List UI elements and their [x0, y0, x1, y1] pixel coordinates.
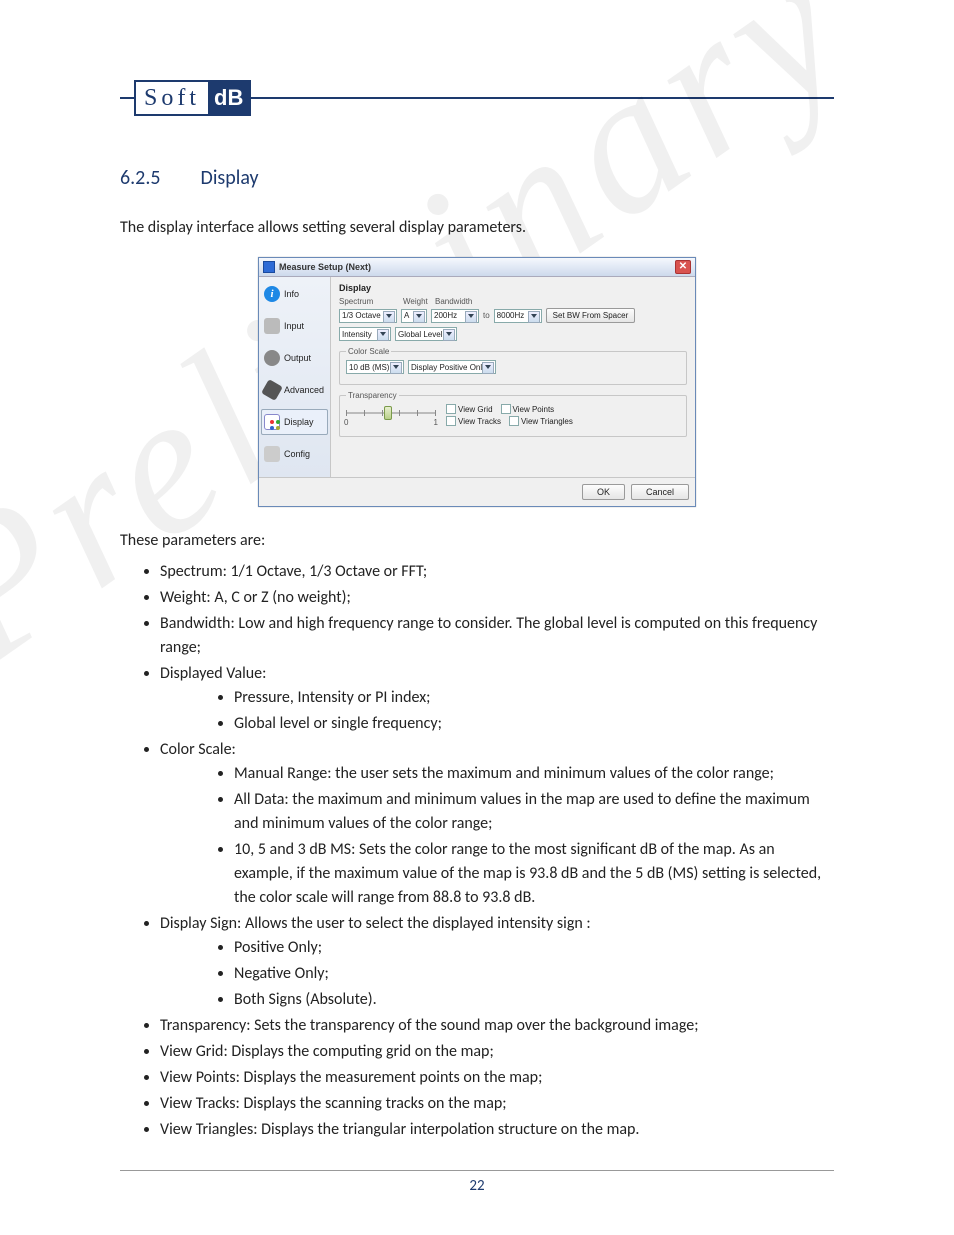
list-item: View Tracks: Displays the scanning track… — [160, 1092, 834, 1116]
dialog-titlebar: Measure Setup (Next) ✕ — [259, 258, 695, 277]
close-icon: ✕ — [679, 262, 687, 272]
list-item: Spectrum: 1/1 Octave, 1/3 Octave or FFT; — [160, 560, 834, 584]
input-icon — [264, 318, 280, 334]
chevron-down-icon — [386, 314, 392, 318]
view-triangles-checkbox[interactable]: View Triangles — [509, 416, 573, 426]
bw-low-dropdown[interactable]: 200Hz — [431, 309, 479, 323]
display-sign-dropdown[interactable]: Display Positive Only — [408, 360, 496, 374]
brand-logo: Soft dB — [120, 80, 834, 116]
view-grid-checkbox[interactable]: View Grid — [446, 404, 493, 414]
section-title: Display — [201, 166, 259, 190]
list-item: Color Scale:Manual Range: the user sets … — [160, 738, 834, 910]
chevron-down-icon — [485, 365, 491, 369]
close-button[interactable]: ✕ — [675, 260, 691, 274]
bandwidth-label: Bandwidth — [435, 297, 472, 306]
panel-heading: Display — [339, 283, 687, 293]
list-item: Negative Only; — [234, 962, 834, 986]
view-points-checkbox[interactable]: View Points — [501, 404, 555, 414]
chevron-down-icon — [531, 314, 537, 318]
list-item: View Grid: Displays the computing grid o… — [160, 1040, 834, 1064]
sidebar-item-display[interactable]: Display — [261, 409, 328, 435]
section-heading: 6.2.5 Display — [120, 166, 834, 190]
page-number: 22 — [469, 1177, 484, 1195]
dialog-title: Measure Setup (Next) — [279, 262, 371, 272]
list-item: Weight: A, C or Z (no weight); — [160, 586, 834, 610]
chevron-down-icon — [468, 314, 474, 318]
color-scale-fieldset: Color Scale 10 dB (MS) Display Positive … — [339, 347, 687, 385]
params-intro: These parameters are: — [120, 531, 834, 550]
transparency-label: Transparency — [346, 391, 399, 400]
list-item: Bandwidth: Low and high frequency range … — [160, 612, 834, 660]
chevron-down-icon — [380, 332, 386, 336]
sidebar-item-input[interactable]: Input — [261, 313, 328, 339]
list-item: View Points: Displays the measurement po… — [160, 1066, 834, 1090]
list-item: Both Signs (Absolute). — [234, 988, 834, 1012]
spectrum-label: Spectrum — [339, 297, 399, 306]
sidebar-item-config[interactable]: Config — [261, 441, 328, 467]
slider-min: 0 — [344, 418, 348, 427]
logo-right: dB — [208, 82, 249, 114]
dialog-sidebar: i Info Input Output Advanced — [259, 277, 331, 477]
weight-label: Weight — [403, 297, 431, 306]
sidebar-item-label: Config — [284, 449, 310, 459]
sidebar-item-label: Advanced — [284, 385, 324, 395]
list-item: All Data: the maximum and minimum values… — [234, 788, 834, 836]
color-scale-dropdown[interactable]: 10 dB (MS) — [346, 360, 404, 374]
global-level-dropdown[interactable]: Global Level — [395, 327, 457, 341]
measure-setup-dialog: Measure Setup (Next) ✕ i Info Input — [258, 257, 696, 507]
logo-left: Soft — [136, 82, 208, 114]
sidebar-item-label: Output — [284, 353, 311, 363]
chevron-down-icon — [446, 332, 452, 336]
transparency-slider[interactable]: 0 1 — [346, 404, 436, 426]
info-icon: i — [264, 286, 280, 302]
sidebar-item-label: Info — [284, 289, 299, 299]
sidebar-item-info[interactable]: i Info — [261, 281, 328, 307]
view-tracks-checkbox[interactable]: View Tracks — [446, 416, 501, 426]
list-item: Displayed Value:Pressure, Intensity or P… — [160, 662, 834, 736]
transparency-fieldset: Transparency 0 1 View Gr — [339, 391, 687, 437]
chevron-down-icon — [393, 365, 399, 369]
config-icon — [264, 446, 280, 462]
list-item: Pressure, Intensity or PI index; — [234, 686, 834, 710]
cancel-button[interactable]: Cancel — [631, 484, 689, 500]
output-icon — [264, 350, 280, 366]
intensity-dropdown[interactable]: Intensity — [339, 327, 391, 341]
parameter-list: Spectrum: 1/1 Octave, 1/3 Octave or FFT;… — [160, 560, 834, 1142]
section-number: 6.2.5 — [120, 166, 161, 190]
dialog-footer: OK Cancel — [259, 477, 695, 506]
bw-to-label: to — [483, 311, 490, 320]
spectrum-dropdown[interactable]: 1/3 Octave — [339, 309, 397, 323]
list-item: 10, 5 and 3 dB MS: Sets the color range … — [234, 838, 834, 910]
slider-thumb-icon — [384, 406, 392, 420]
list-item: View Triangles: Displays the triangular … — [160, 1118, 834, 1142]
list-item: Display Sign: Allows the user to select … — [160, 912, 834, 1012]
app-icon — [263, 261, 275, 273]
sidebar-item-label: Display — [284, 417, 314, 427]
list-item: Manual Range: the user sets the maximum … — [234, 762, 834, 786]
intro-text: The display interface allows setting sev… — [120, 218, 834, 237]
bw-high-dropdown[interactable]: 8000Hz — [494, 309, 542, 323]
advanced-icon — [261, 379, 283, 401]
sidebar-item-label: Input — [284, 321, 304, 331]
color-scale-label: Color Scale — [346, 347, 391, 356]
dialog-main-panel: Display Spectrum Weight Bandwidth 1/3 Oc… — [331, 277, 695, 477]
chevron-down-icon — [416, 314, 422, 318]
slider-max: 1 — [434, 418, 438, 427]
weight-dropdown[interactable]: A — [401, 309, 427, 323]
list-item: Transparency: Sets the transparency of t… — [160, 1014, 834, 1038]
sidebar-item-output[interactable]: Output — [261, 345, 328, 371]
sidebar-item-advanced[interactable]: Advanced — [261, 377, 328, 403]
page-footer: 22 — [120, 1170, 834, 1195]
list-item: Global level or single frequency; — [234, 712, 834, 736]
ok-button[interactable]: OK — [582, 484, 625, 500]
display-icon — [264, 414, 280, 430]
set-bw-button[interactable]: Set BW From Spacer — [546, 308, 636, 323]
list-item: Positive Only; — [234, 936, 834, 960]
